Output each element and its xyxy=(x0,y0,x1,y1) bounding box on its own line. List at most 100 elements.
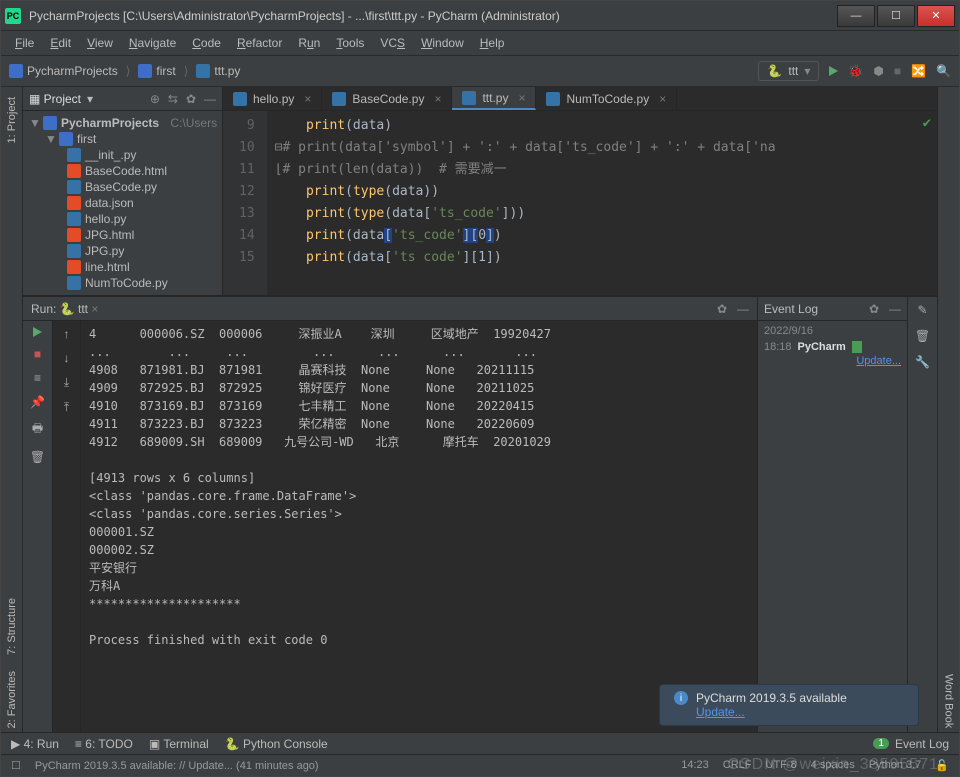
rerun-button[interactable] xyxy=(33,327,42,337)
crumb-folder[interactable]: first xyxy=(156,64,175,78)
status-indent[interactable]: 4 spaces xyxy=(811,759,855,772)
tab-basecode[interactable]: BaseCode.py× xyxy=(322,87,452,110)
menu-file[interactable]: File xyxy=(9,34,40,52)
stop-button[interactable]: ■ xyxy=(894,64,901,78)
stop-button[interactable]: ■ xyxy=(34,347,41,361)
tree-file[interactable]: JPG.html xyxy=(85,228,134,242)
menu-run[interactable]: Run xyxy=(292,34,326,52)
hide-toolwindows-icon[interactable]: ☐ xyxy=(11,759,21,772)
menu-navigate[interactable]: Navigate xyxy=(123,34,182,52)
folder-icon xyxy=(9,64,23,78)
breadcrumb[interactable]: PycharmProjects ⟩ first ⟩ ttt.py xyxy=(9,64,240,78)
search-icon[interactable]: 🔍 xyxy=(936,64,951,78)
minimize-button[interactable]: — xyxy=(837,5,875,27)
debug-button[interactable]: 🐞 xyxy=(848,64,863,78)
crumb-file[interactable]: ttt.py xyxy=(214,64,240,78)
close-icon[interactable]: × xyxy=(434,92,441,106)
crumb-root[interactable]: PycharmProjects xyxy=(27,64,118,78)
search-everywhere-button[interactable]: 🔀 xyxy=(911,64,926,78)
tree-file[interactable]: JPG.py xyxy=(85,244,124,258)
hide-panel-icon[interactable]: — xyxy=(204,92,216,106)
close-icon[interactable]: × xyxy=(659,92,666,106)
tree-file[interactable]: line.html xyxy=(85,260,130,274)
tree-file[interactable]: BaseCode.py xyxy=(85,180,157,194)
menu-help[interactable]: Help xyxy=(474,34,511,52)
gear-icon[interactable]: ✿ xyxy=(869,302,879,316)
project-panel-title: ▦ Project xyxy=(29,92,81,106)
tree-file[interactable]: __init_.py xyxy=(85,148,136,162)
close-button[interactable]: ✕ xyxy=(917,5,955,27)
tab-hello[interactable]: hello.py× xyxy=(223,87,322,110)
editor-tabs: hello.py× BaseCode.py× ttt.py× NumToCode… xyxy=(223,87,937,111)
menu-vcs[interactable]: VCS xyxy=(374,34,411,52)
tab-numtocode[interactable]: NumToCode.py× xyxy=(536,87,677,110)
wrench-icon[interactable]: 🔧 xyxy=(915,355,930,369)
pin-icon[interactable]: 📌 xyxy=(30,395,45,409)
status-caret-position[interactable]: 14:23 xyxy=(681,759,709,772)
tool-favorites[interactable]: 2: Favorites xyxy=(6,667,18,732)
close-icon[interactable]: × xyxy=(91,302,98,316)
event-log-panel: Event Log ✿— 2022/9/16 18:18 PyCharm Upd… xyxy=(757,297,907,732)
notification-toast[interactable]: iPyCharm 2019.3.5 available Update... xyxy=(659,684,919,726)
up-icon[interactable]: ↑ xyxy=(64,327,70,341)
source[interactable]: print(data) ⊟# print(data['symbol'] + ':… xyxy=(267,111,937,295)
menu-window[interactable]: Window xyxy=(415,34,470,52)
trash-icon[interactable]: 🗑 xyxy=(915,329,930,343)
tool-wordbook[interactable]: Word Book xyxy=(943,670,955,732)
tool-structure[interactable]: 7: Structure xyxy=(6,594,18,659)
menu-edit[interactable]: Edit xyxy=(44,34,77,52)
run-tab[interactable]: ttt xyxy=(78,302,88,316)
hide-panel-icon[interactable]: — xyxy=(737,302,749,316)
gear-icon[interactable]: ✿ xyxy=(186,92,196,106)
maximize-button[interactable]: ☐ xyxy=(877,5,915,27)
menu-refactor[interactable]: Refactor xyxy=(231,34,288,52)
code-area[interactable]: ✔ 9101112131415 print(data) ⊟# print(dat… xyxy=(223,111,937,295)
status-interpreter[interactable]: Python 3.7 xyxy=(869,759,922,772)
menu-tools[interactable]: Tools xyxy=(330,34,370,52)
toast-update-link[interactable]: Update... xyxy=(696,705,745,719)
scroll-to-top-icon[interactable]: ⤒ xyxy=(64,400,69,415)
todo-tool-button[interactable]: ≡ 6: TODO xyxy=(75,737,133,751)
tree-file[interactable]: BaseCode.html xyxy=(85,164,167,178)
event-log-update-link[interactable]: Update... xyxy=(856,355,901,367)
run-button[interactable] xyxy=(829,66,838,76)
scroll-to-end-icon[interactable]: ⤓ xyxy=(64,375,69,390)
event-log-time: 18:18 xyxy=(764,341,792,353)
run-side-toolbar-2: ↑ ↓ ⤓ ⤒ xyxy=(53,321,81,732)
collapse-all-icon[interactable]: ⇆ xyxy=(168,92,178,106)
status-encoding[interactable]: UTF-8 xyxy=(766,759,797,772)
trash-icon[interactable]: 🗑 xyxy=(30,450,45,464)
hide-panel-icon[interactable]: — xyxy=(889,302,901,316)
tab-ttt[interactable]: ttt.py× xyxy=(452,87,536,110)
tree-root[interactable]: PycharmProjects xyxy=(61,116,159,130)
status-line-separator[interactable]: CRLF xyxy=(723,759,752,772)
menu-view[interactable]: View xyxy=(81,34,119,52)
select-opened-file-icon[interactable]: ⊕ xyxy=(150,92,160,106)
status-message[interactable]: PyCharm 2019.3.5 available: // Update...… xyxy=(35,760,319,772)
project-tree[interactable]: ▼PycharmProjects C:\Users ▼first __init_… xyxy=(23,111,222,295)
editor: hello.py× BaseCode.py× ttt.py× NumToCode… xyxy=(223,87,937,295)
console-output[interactable]: 4 000006.SZ 000006 深振业A 深圳 区域地产 19920427… xyxy=(81,321,757,732)
python-console-tool-button[interactable]: 🐍 Python Console xyxy=(225,737,328,751)
run-with-coverage-button[interactable]: ⬢ xyxy=(873,64,883,78)
gear-icon[interactable]: ✿ xyxy=(717,302,727,316)
lock-icon[interactable]: 🔓 xyxy=(935,759,949,772)
toggle-softwrap-icon[interactable]: ≡ xyxy=(34,371,41,385)
close-icon[interactable]: × xyxy=(518,91,525,105)
print-icon[interactable]: 🖶 xyxy=(32,419,43,440)
tree-file[interactable]: data.json xyxy=(85,196,134,210)
down-icon[interactable]: ↓ xyxy=(64,351,70,365)
run-config-label: ttt xyxy=(788,64,798,78)
mark-read-icon[interactable]: ✎ xyxy=(917,303,927,317)
tree-file[interactable]: NumToCode.py xyxy=(85,276,168,290)
menu-code[interactable]: Code xyxy=(186,34,227,52)
run-tool-button[interactable]: ▶ 4: Run xyxy=(11,737,59,751)
close-icon[interactable]: × xyxy=(304,92,311,106)
tree-file[interactable]: hello.py xyxy=(85,212,126,226)
event-log-tool-button[interactable]: Event Log xyxy=(895,737,949,751)
tool-project[interactable]: 1: Project xyxy=(6,93,18,147)
tree-folder[interactable]: first xyxy=(77,132,96,146)
terminal-tool-button[interactable]: ▣ Terminal xyxy=(149,737,209,751)
app-icon: PC xyxy=(5,8,21,24)
run-configuration-selector[interactable]: 🐍 ttt ▾ xyxy=(758,61,819,81)
